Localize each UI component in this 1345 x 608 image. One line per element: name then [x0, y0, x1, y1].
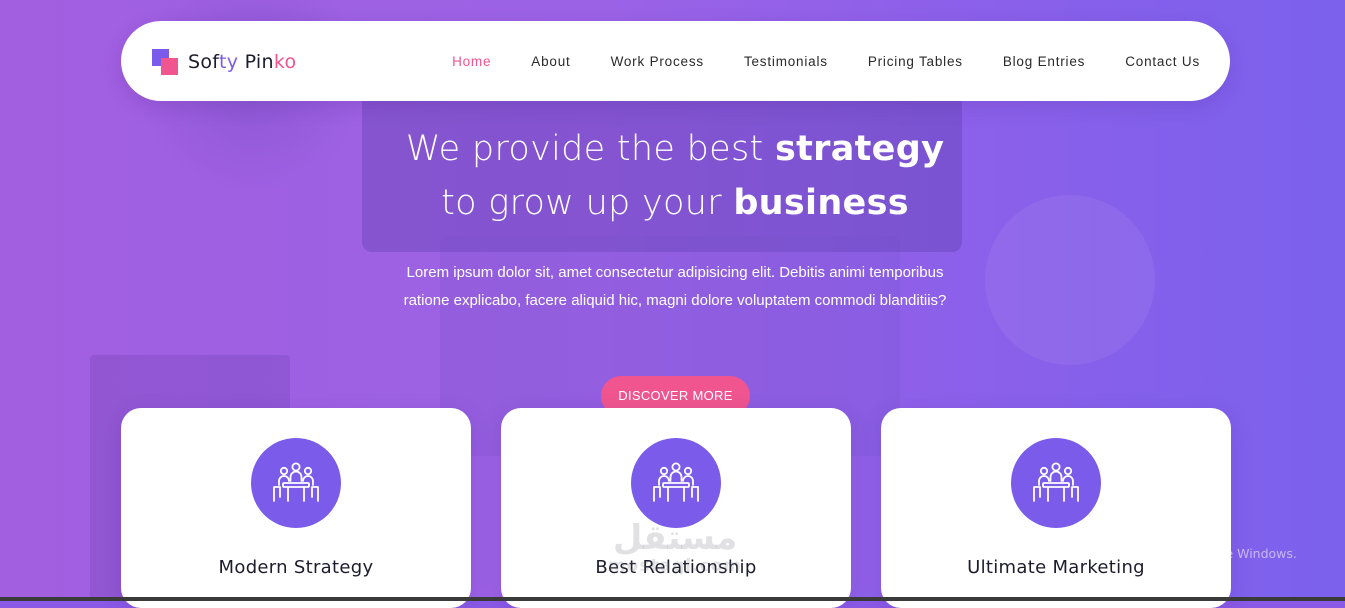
- nav-link-pricing-tables[interactable]: Pricing Tables: [868, 54, 963, 69]
- hero-title: We provide the best strategy to grow up …: [372, 122, 978, 230]
- hero-title-line1-bold: strategy: [775, 129, 945, 169]
- windows-activation-title: Activate Windows: [1073, 522, 1224, 542]
- brand-name: Softy Pinko: [188, 51, 296, 73]
- brand-name-part3: Pin: [238, 51, 274, 73]
- brand-name-part4: ko: [273, 51, 297, 73]
- bottom-edge: [0, 597, 1345, 601]
- coffee-cup-backdrop: [985, 195, 1155, 365]
- business-meeting-icon: [251, 438, 341, 528]
- brand-name-part1: Sof: [188, 51, 219, 73]
- hero-title-line1: We provide the best strategy: [406, 129, 944, 169]
- watermark-arabic: مستقل: [612, 518, 738, 558]
- brand-logo[interactable]: Softy Pinko: [152, 48, 296, 76]
- watermark-latin: mostaql.com: [607, 556, 743, 576]
- business-meeting-icon: [631, 438, 721, 528]
- service-card-best-relationship[interactable]: Best Relationship: [501, 408, 851, 608]
- windows-activation-overlay: Activate Windows Go to Settings to activ…: [1073, 521, 1297, 564]
- windows-activation-subtitle: Go to Settings to activate Windows.: [1073, 546, 1297, 561]
- nav-link-contact-us[interactable]: Contact Us: [1125, 54, 1200, 69]
- hero-description: Lorem ipsum dolor sit, amet consectetur …: [403, 264, 947, 309]
- service-title: Modern Strategy: [218, 557, 374, 578]
- nav-link-work-process[interactable]: Work Process: [611, 54, 704, 69]
- hero-title-line2-light: to grow up your: [441, 183, 734, 223]
- business-meeting-icon: [1011, 438, 1101, 528]
- overlapping-squares-logo-icon: [152, 49, 178, 75]
- mostaql-watermark: مستقل mostaql.com: [590, 520, 760, 576]
- main-nav: Home About Work Process Testimonials Pri…: [412, 21, 1200, 101]
- navbar: Softy Pinko Home About Work Process Test…: [121, 21, 1230, 101]
- hero-title-line1-light: We provide the best: [405, 129, 775, 169]
- nav-link-about[interactable]: About: [531, 54, 570, 69]
- service-card-modern-strategy[interactable]: Modern Strategy: [121, 408, 471, 608]
- nav-link-blog-entries[interactable]: Blog Entries: [1003, 54, 1085, 69]
- service-card-ultimate-marketing[interactable]: Ultimate Marketing: [881, 408, 1231, 608]
- brand-name-part2: ty: [218, 51, 239, 73]
- nav-link-testimonials[interactable]: Testimonials: [744, 54, 828, 69]
- hero-title-line2-bold: business: [733, 183, 909, 223]
- hero-title-line2: to grow up your business: [441, 183, 909, 223]
- nav-link-home[interactable]: Home: [452, 54, 491, 69]
